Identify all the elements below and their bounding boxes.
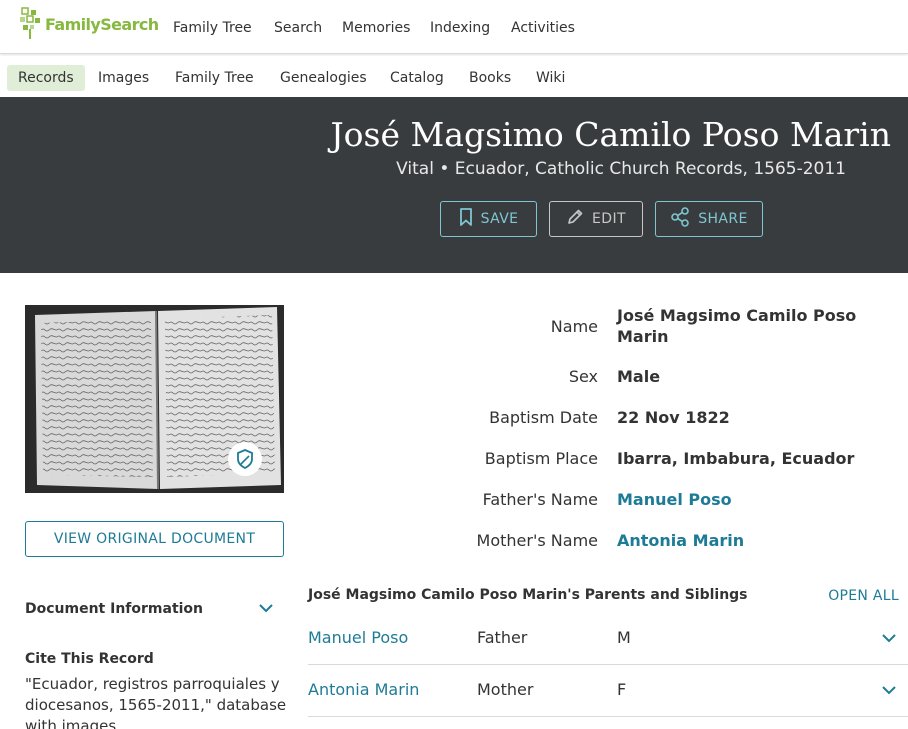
subnav-genealogies[interactable]: Genealogies	[269, 65, 378, 91]
fact-label-name: Name	[550, 317, 598, 336]
relationship-type: Mother	[477, 680, 534, 699]
record-title: José Magsimo Camilo Poso Marin	[330, 115, 891, 154]
edit-button[interactable]: EDIT	[549, 201, 643, 237]
fact-label-sex: Sex	[568, 367, 598, 386]
topnav-memories[interactable]: Memories	[342, 20, 410, 36]
fact-value-fathers-name-link[interactable]: Manuel Poso	[617, 489, 887, 510]
document-thumbnail[interactable]	[25, 305, 284, 493]
relationship-row[interactable]: Manuel Poso Father M	[308, 613, 908, 665]
share-button[interactable]: SHARE	[655, 201, 763, 237]
document-information-toggle[interactable]: Document Information	[25, 601, 203, 617]
fact-value-sex: Male	[617, 367, 661, 386]
chevron-down-icon[interactable]	[881, 630, 897, 650]
sub-navigation: Records Images Family Tree Genealogies C…	[0, 56, 908, 97]
citation-text: "Ecuador, registros parroquiales y dioce…	[25, 675, 287, 729]
fact-label-baptism-place: Baptism Place	[484, 449, 598, 468]
bookmark-icon	[459, 208, 473, 230]
fact-value-baptism-date: 22 Nov 1822	[617, 408, 730, 427]
relative-name-link[interactable]: Manuel Poso	[308, 628, 408, 647]
pencil-icon	[566, 208, 584, 230]
familysearch-logo[interactable]: FamilySearch	[20, 7, 159, 39]
cite-this-record-title: Cite This Record	[25, 651, 154, 667]
tree-logo-icon	[20, 7, 42, 39]
fact-value-mothers-name-link[interactable]: Antonia Marin	[617, 530, 887, 551]
top-navigation: FamilySearch Family Tree Search Memories…	[0, 0, 908, 54]
record-header-banner: José Magsimo Camilo Poso Marin Vital • E…	[0, 97, 908, 273]
subnav-wiki[interactable]: Wiki	[525, 65, 576, 91]
subnav-books[interactable]: Books	[458, 65, 522, 91]
relationship-type: Father	[477, 628, 528, 647]
parents-siblings-heading: José Magsimo Camilo Poso Marin's Parents…	[308, 587, 748, 603]
edit-label: EDIT	[592, 211, 626, 227]
chevron-down-icon[interactable]	[881, 682, 897, 702]
topnav-family-tree[interactable]: Family Tree	[173, 20, 252, 36]
share-icon	[670, 207, 690, 231]
fact-value-name: José Magsimo Camilo Poso Marin	[617, 306, 857, 346]
view-original-document-button[interactable]: VIEW ORIGINAL DOCUMENT	[25, 521, 284, 557]
save-label: SAVE	[480, 211, 519, 227]
topnav-indexing[interactable]: Indexing	[430, 20, 490, 36]
subnav-catalog[interactable]: Catalog	[379, 65, 455, 91]
fact-label-mothers-name: Mother's Name	[476, 531, 598, 550]
relationship-row[interactable]: Antonia Marin Mother F	[308, 665, 908, 717]
relative-sex: F	[617, 680, 627, 699]
topnav-search[interactable]: Search	[274, 20, 322, 36]
subnav-records[interactable]: Records	[7, 65, 85, 91]
relative-name-link[interactable]: Antonia Marin	[308, 680, 419, 699]
record-collection: Vital • Ecuador, Catholic Church Records…	[396, 159, 846, 179]
save-button[interactable]: SAVE	[440, 201, 537, 237]
chevron-down-icon[interactable]	[258, 600, 274, 620]
subnav-family-tree[interactable]: Family Tree	[164, 65, 265, 91]
subnav-images[interactable]: Images	[87, 65, 160, 91]
fact-label-baptism-date: Baptism Date	[489, 408, 598, 427]
logo-text: FamilySearch	[45, 15, 159, 34]
open-all-button[interactable]: OPEN ALL	[828, 588, 899, 604]
relative-sex: M	[617, 628, 631, 647]
fact-label-fathers-name: Father's Name	[482, 490, 598, 509]
shield-icon	[228, 442, 262, 476]
fact-value-baptism-place: Ibarra, Imbabura, Ecuador	[617, 449, 855, 468]
share-label: SHARE	[698, 211, 748, 227]
topnav-activities[interactable]: Activities	[511, 20, 575, 36]
